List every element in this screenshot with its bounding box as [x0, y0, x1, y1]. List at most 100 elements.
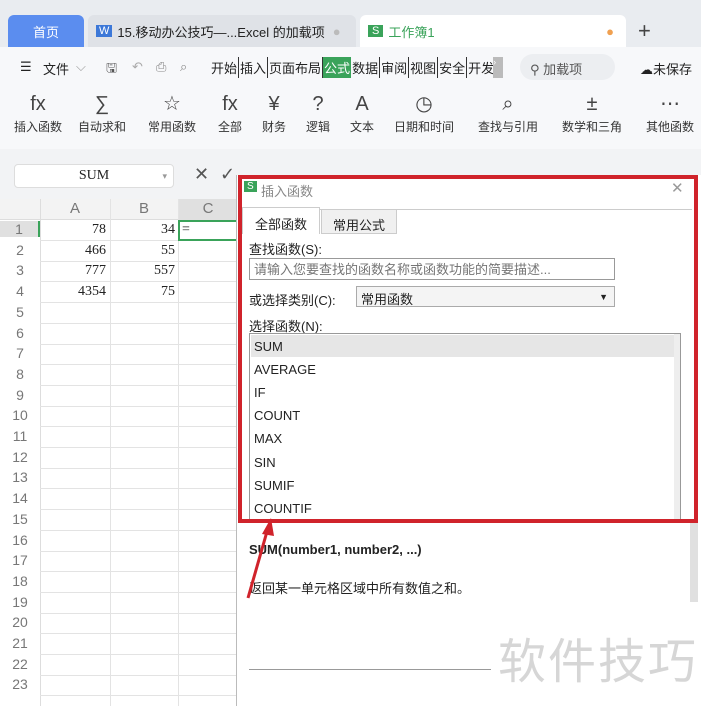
- row-header[interactable]: 7: [0, 345, 40, 361]
- menu-tab[interactable]: 开始: [210, 57, 240, 78]
- function-list-item[interactable]: SUM: [254, 339, 283, 354]
- column-header-a[interactable]: A: [40, 200, 110, 217]
- ribbon-8-icon: ⌕: [502, 93, 514, 115]
- tab-common-formulas[interactable]: 常用公式: [321, 209, 397, 234]
- row-header[interactable]: 12: [0, 449, 40, 465]
- function-list-item[interactable]: SIN: [254, 455, 276, 470]
- scrollbar[interactable]: [674, 334, 680, 522]
- tab-home[interactable]: 首页: [8, 15, 84, 47]
- tab-workbook-label: 工作簿1: [388, 24, 435, 40]
- close-icon[interactable]: ✕: [671, 179, 684, 197]
- preview-icon[interactable]: ⌕: [180, 59, 187, 75]
- menu-file[interactable]: 文件: [43, 59, 69, 78]
- tab-document[interactable]: W 15.移动办公技巧—...Excel 的加载项 ●: [88, 15, 356, 47]
- category-select[interactable]: 常用函数 ▼: [356, 286, 615, 307]
- row-header[interactable]: 17: [0, 552, 40, 568]
- row-header[interactable]: 5: [0, 304, 40, 320]
- ribbon-label: 文本: [350, 120, 375, 134]
- ribbon-button[interactable]: ◷ 日期和时间: [394, 90, 454, 135]
- menu-tab[interactable]: 数据: [351, 57, 381, 78]
- cell[interactable]: 55: [110, 243, 175, 259]
- ribbon-button[interactable]: ⌕ 查找与引用: [478, 90, 538, 135]
- new-tab-button[interactable]: +: [638, 15, 662, 47]
- cell[interactable]: 78: [40, 222, 106, 238]
- active-cell[interactable]: [178, 220, 238, 241]
- row-header[interactable]: 11: [0, 428, 40, 444]
- search-box[interactable]: ⚲ 加载项: [520, 54, 615, 80]
- row-header[interactable]: 23: [0, 676, 40, 692]
- gridline: [40, 550, 236, 552]
- cell[interactable]: 777: [40, 263, 106, 279]
- menu-tab[interactable]: 插入: [239, 57, 269, 78]
- function-list-item[interactable]: SUMIF: [254, 478, 294, 493]
- function-list-item[interactable]: AVERAGE: [254, 362, 316, 377]
- ribbon-button[interactable]: ± 数学和三角: [562, 90, 622, 135]
- row-header[interactable]: 10: [0, 407, 40, 423]
- menu-tab-active[interactable]: 公式: [323, 57, 352, 78]
- cell[interactable]: 4354: [40, 284, 106, 300]
- name-box[interactable]: SUM ▾: [14, 164, 174, 188]
- ribbon-button[interactable]: fx 全部: [218, 90, 242, 135]
- ribbon-button[interactable]: ? 逻辑: [306, 90, 330, 135]
- function-list-item[interactable]: IF: [254, 385, 266, 400]
- menu-tab[interactable]: 页面布局: [268, 57, 324, 78]
- menu-tab[interactable]: 审阅: [380, 57, 410, 78]
- row-header[interactable]: 15: [0, 511, 40, 527]
- row-header[interactable]: 18: [0, 573, 40, 589]
- menu-tab[interactable]: 视图: [409, 57, 439, 78]
- row-header[interactable]: 9: [0, 387, 40, 403]
- ribbon-label: 全部: [218, 120, 243, 134]
- cell[interactable]: 466: [40, 243, 106, 259]
- row-header[interactable]: 6: [0, 325, 40, 341]
- word-icon: W: [96, 25, 113, 37]
- column-header-c[interactable]: C: [178, 199, 238, 220]
- cell[interactable]: 557: [110, 263, 175, 279]
- function-list-item[interactable]: COUNT: [254, 408, 300, 423]
- row-header[interactable]: 8: [0, 366, 40, 382]
- row-header[interactable]: 19: [0, 594, 40, 610]
- ribbon-button[interactable]: ⋯ 其他函数: [646, 90, 694, 135]
- hamburger-icon[interactable]: ☰: [20, 59, 32, 75]
- row-header[interactable]: 4: [0, 283, 40, 299]
- ribbon-button[interactable]: ∑ 自动求和: [78, 90, 126, 135]
- ribbon-button[interactable]: ☆ 常用函数: [148, 90, 196, 135]
- chevron-down-icon[interactable]: ⌵: [76, 59, 86, 75]
- function-list-item[interactable]: MAX: [254, 431, 282, 446]
- tab-workbook[interactable]: S 工作簿1 ●: [360, 15, 626, 47]
- row-header[interactable]: 1: [0, 221, 40, 237]
- function-search-input[interactable]: [249, 258, 615, 280]
- dropdown-arrow-icon[interactable]: ▾: [162, 165, 167, 187]
- cell[interactable]: 75: [110, 284, 175, 300]
- ribbon-button[interactable]: ¥ 财务: [262, 90, 286, 135]
- row-header[interactable]: 22: [0, 656, 40, 672]
- ribbon-button[interactable]: fx 插入函数: [14, 90, 62, 135]
- cancel-icon[interactable]: ✕: [194, 164, 209, 185]
- column-header-b[interactable]: B: [110, 200, 178, 217]
- save-icon[interactable]: 🖫: [106, 59, 117, 81]
- menu-tab[interactable]: 安全: [438, 57, 468, 78]
- menu-tab[interactable]: 开发: [467, 57, 493, 78]
- confirm-icon[interactable]: ✓: [220, 164, 235, 185]
- dialog-scrollbar[interactable]: [690, 522, 698, 602]
- close-dot-icon[interactable]: ●: [333, 24, 341, 39]
- scroll-right-icon[interactable]: ›: [493, 57, 504, 78]
- row-header[interactable]: 2: [0, 242, 40, 258]
- gridline: [40, 571, 236, 573]
- spreadsheet-grid[interactable]: A B C 1 2 3 4 5 6 7 8 9 10 11 12 13 14 15 16 17 18 19 20 21 2…: [0, 199, 238, 706]
- unsaved-status[interactable]: ☁未保存: [640, 59, 692, 78]
- ribbon-6-icon: A: [355, 93, 369, 115]
- name-box-value: SUM: [78, 168, 110, 183]
- cell[interactable]: 34: [110, 222, 175, 238]
- function-list[interactable]: SUM AVERAGE IF COUNT MAX SIN SUMIF COUNTIF: [249, 333, 681, 523]
- tab-all-functions[interactable]: 全部函数: [242, 207, 320, 234]
- row-header[interactable]: 21: [0, 635, 40, 651]
- row-header[interactable]: 13: [0, 469, 40, 485]
- ribbon-10-icon: ⋯: [660, 93, 680, 115]
- row-header[interactable]: 16: [0, 532, 40, 548]
- row-header[interactable]: 14: [0, 490, 40, 506]
- ribbon-button[interactable]: A 文本: [350, 90, 374, 135]
- undo-icon[interactable]: ↶: [132, 59, 143, 75]
- row-header[interactable]: 3: [0, 262, 40, 278]
- row-header[interactable]: 20: [0, 614, 40, 630]
- print-icon[interactable]: ⎙: [156, 59, 166, 75]
